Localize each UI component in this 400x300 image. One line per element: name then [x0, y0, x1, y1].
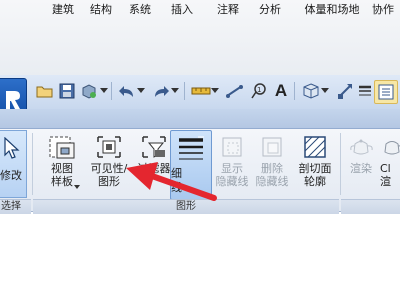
- canvas-area: [0, 214, 400, 300]
- revit-window: 1 A 建筑 结构 系统 插入 注释 分析 体量和场地 协作 修改 选择 视图 …: [0, 0, 400, 300]
